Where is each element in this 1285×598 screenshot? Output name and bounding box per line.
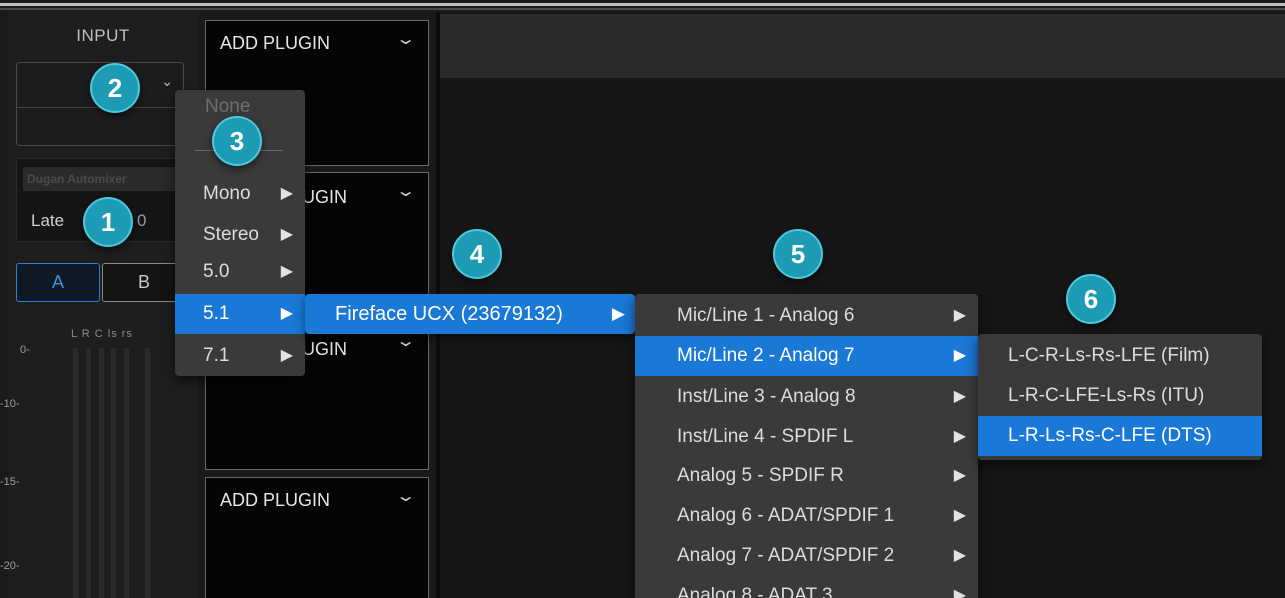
menu-item-label: 5.0 — [203, 261, 230, 282]
menu-item-label: Fireface UCX (23679132) — [335, 303, 563, 325]
meter-scale-10: -10- — [0, 398, 20, 410]
submenu-arrow-icon: ▶ — [280, 226, 293, 243]
menu-item-label: L-R-C-LFE-Ls-Rs (ITU) — [1008, 385, 1205, 406]
menu-item-mono[interactable]: Mono ▶ — [175, 176, 305, 212]
channel-menu: Mic/Line 1 - Analog 6 ▶ Mic/Line 2 - Ana… — [635, 294, 978, 598]
menu-item-inst-line-4[interactable]: Inst/Line 4 - SPDIF L ▶ — [635, 419, 978, 455]
workspace-topbar — [440, 14, 1285, 78]
menu-item-label: Mono — [203, 183, 251, 204]
menu-item-label: Inst/Line 4 - SPDIF L — [677, 426, 854, 447]
callout-6: 6 — [1066, 274, 1116, 324]
chevron-down-icon[interactable]: ⌄ — [161, 73, 173, 90]
menu-item-mic-line-1[interactable]: Mic/Line 1 - Analog 6 ▶ — [635, 298, 978, 334]
meter-bar-c — [99, 348, 104, 598]
meter-scale-15: -15- — [0, 476, 20, 488]
menu-item-label: Inst/Line 3 - Analog 8 — [677, 386, 856, 407]
a-button[interactable]: A — [16, 263, 100, 302]
menu-item-none[interactable]: None — [205, 96, 250, 118]
callout-3: 3 — [212, 116, 262, 166]
plugin-slot-title: ADD PLUGIN — [220, 490, 331, 510]
menu-item-stereo[interactable]: Stereo ▶ — [175, 217, 305, 253]
plugin-slot-4[interactable]: ADD PLUGIN ⌄ — [205, 477, 429, 598]
menu-item-mic-line-2[interactable]: Mic/Line 2 - Analog 7 ▶ — [635, 336, 978, 376]
submenu-arrow-icon: ▶ — [953, 547, 966, 564]
menu-item-inst-line-3[interactable]: Inst/Line 3 - Analog 8 ▶ — [635, 379, 978, 415]
menu-item-label: Stereo — [203, 224, 259, 245]
menu-item-5-0[interactable]: 5.0 ▶ — [175, 254, 305, 290]
menu-item-analog-5[interactable]: Analog 5 - SPDIF R ▶ — [635, 458, 978, 494]
menu-item-label: 5.1 — [203, 303, 230, 324]
input-label: INPUT — [76, 26, 130, 45]
top-border — [0, 3, 1285, 6]
menu-item-analog-6[interactable]: Analog 6 - ADAT/SPDIF 1 ▶ — [635, 498, 978, 534]
chevron-down-icon[interactable]: ⌄ — [395, 331, 416, 351]
meter-scale-20: -20- — [0, 560, 20, 572]
meter-bar-ls — [111, 348, 116, 598]
menu-item-label: 7.1 — [203, 345, 230, 366]
submenu-arrow-icon: ▶ — [280, 185, 293, 202]
submenu-arrow-icon: ▶ — [611, 304, 625, 323]
menu-item-dts-layout[interactable]: L-R-Ls-Rs-C-LFE (DTS) — [978, 416, 1262, 456]
submenu-arrow-icon: ▶ — [953, 307, 966, 324]
menu-item-label: Analog 8 - ADAT 3 — [677, 585, 833, 598]
top-border-shadow — [0, 8, 1285, 10]
menu-item-label: Analog 5 - SPDIF R — [677, 465, 844, 486]
latency-value: 0 — [137, 211, 147, 230]
menu-item-analog-7[interactable]: Analog 7 - ADAT/SPDIF 2 ▶ — [635, 538, 978, 574]
meter-channel-labels: L R C ls rs — [71, 328, 133, 340]
b-button[interactable]: B — [102, 263, 186, 302]
submenu-arrow-icon: ▶ — [953, 587, 966, 598]
chevron-down-icon[interactable]: ⌄ — [395, 29, 416, 49]
meter-bar-l — [73, 348, 78, 598]
menu-item-label: Analog 6 - ADAT/SPDIF 1 — [677, 505, 895, 526]
layout-menu: L-C-R-Ls-Rs-LFE (Film) L-R-C-LFE-Ls-Rs (… — [978, 334, 1262, 460]
menu-item-label: Mic/Line 1 - Analog 6 — [677, 305, 855, 326]
menu-item-label: Mic/Line 2 - Analog 7 — [677, 345, 855, 366]
submenu-arrow-icon: ▶ — [953, 507, 966, 524]
submenu-arrow-icon: ▶ — [280, 263, 293, 280]
submenu-arrow-icon: ▶ — [953, 388, 966, 405]
chevron-down-icon[interactable]: ⌄ — [395, 181, 416, 201]
menu-item-film-layout[interactable]: L-C-R-Ls-Rs-LFE (Film) — [978, 338, 1262, 374]
submenu-arrow-icon: ▶ — [953, 428, 966, 445]
plugin-slot-title: UGIN — [302, 187, 347, 207]
menu-item-analog-8[interactable]: Analog 8 - ADAT 3 ▶ — [635, 578, 978, 598]
callout-5: 5 — [773, 229, 823, 279]
menu-item-7-1[interactable]: 7.1 ▶ — [175, 338, 305, 374]
submenu-arrow-icon: ▶ — [280, 347, 293, 364]
plugin-name-field[interactable]: Dugan Automixer — [23, 167, 179, 191]
plugin-slot-title: UGIN — [302, 339, 347, 359]
chevron-down-icon[interactable]: ⌄ — [395, 486, 416, 506]
menu-item-5-1[interactable]: 5.1 ▶ — [175, 294, 305, 334]
submenu-arrow-icon: ▶ — [953, 467, 966, 484]
meter-bar-extra — [145, 348, 150, 598]
latency-label: Late — [31, 211, 65, 230]
menu-item-label: L-R-Ls-Rs-C-LFE (DTS) — [1008, 425, 1212, 446]
callout-2: 2 — [90, 63, 140, 113]
submenu-arrow-icon: ▶ — [953, 347, 966, 364]
device-menu-item-fireface[interactable]: Fireface UCX (23679132) ▶ — [305, 294, 635, 334]
meter-bar-rs — [124, 348, 129, 598]
menu-item-label: Analog 7 - ADAT/SPDIF 2 — [677, 545, 895, 566]
callout-1: 1 — [83, 197, 133, 247]
menu-item-itu-layout[interactable]: L-R-C-LFE-Ls-Rs (ITU) — [978, 378, 1262, 414]
meter-bar-r — [86, 348, 91, 598]
meter-scale-0: 0- — [20, 344, 30, 356]
plugin-slot-title: ADD PLUGIN — [220, 33, 331, 53]
menu-item-label: L-C-R-Ls-Rs-LFE (Film) — [1008, 345, 1210, 366]
callout-4: 4 — [452, 229, 502, 279]
submenu-arrow-icon: ▶ — [280, 305, 293, 322]
